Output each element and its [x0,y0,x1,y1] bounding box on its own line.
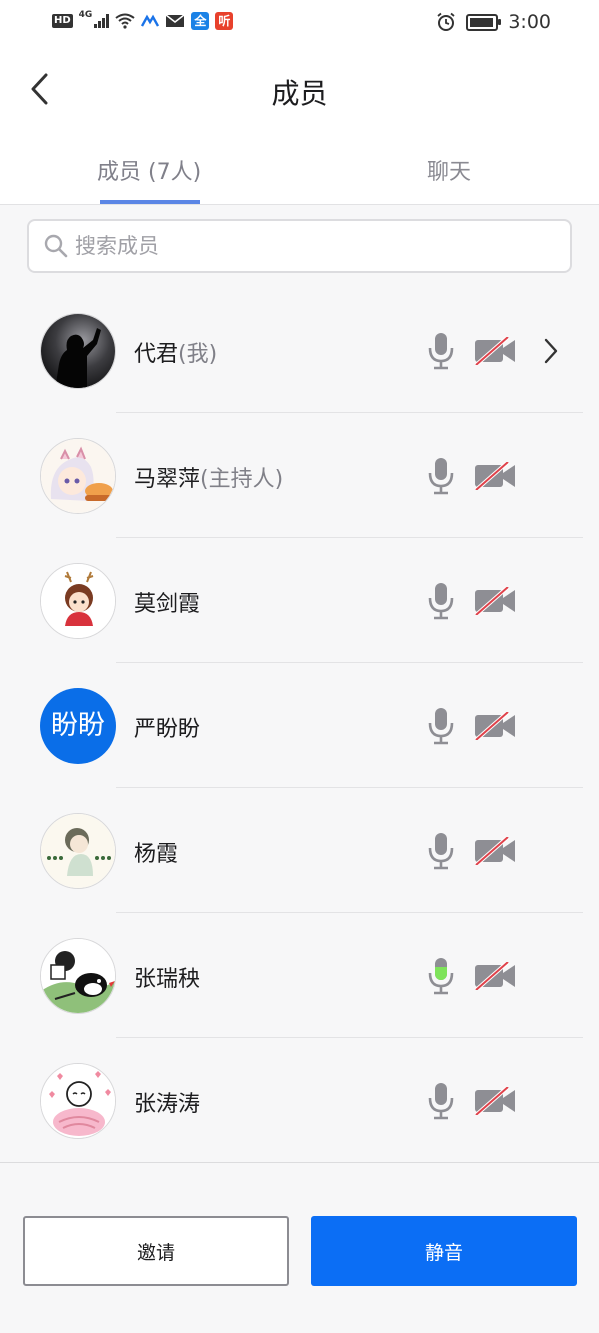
member-name-line: 张涛涛 [134,1086,200,1118]
status-left: HD 4G 全 听 [52,10,234,32]
avatar [40,438,116,514]
hd-badge: HD [52,14,73,28]
member-name: 严盼盼 [134,717,201,742]
member-name: 代君 [134,342,179,367]
member-name: 莫剑霞 [134,592,201,617]
search-box[interactable] [27,219,572,273]
member-name-line: 杨霞 [134,836,178,868]
status-bar: HD 4G 全 听 3:00 [0,0,599,44]
battery-icon [466,13,502,31]
avatar [40,1063,116,1139]
member-row[interactable]: 杨霞 [0,788,599,913]
member-name-line: 张瑞秧 [134,961,200,993]
tab-chat[interactable]: 聊天 [427,154,471,186]
alarm-icon [437,12,455,31]
avatar [40,563,116,639]
member-row[interactable]: 盼盼 严盼盼 [0,663,599,788]
avatar [40,813,116,889]
camera-off-icon[interactable] [474,587,516,615]
chevron-right-icon[interactable] [538,337,564,365]
header: 成员 [0,44,599,140]
member-role: (主持人) [200,467,284,492]
camera-off-icon[interactable] [474,337,516,365]
wifi-icon [115,13,135,29]
member-row[interactable]: 张涛涛 [0,1038,599,1163]
active-tab-indicator [100,200,200,204]
camera-off-icon[interactable] [474,712,516,740]
mic-icon[interactable] [427,457,455,495]
tab-bar: 成员 (7人) 聊天 [0,140,599,205]
bottom-bar: 邀请 静音 [0,1163,599,1333]
mic-icon[interactable] [427,707,455,745]
mute-all-button[interactable]: 静音 [311,1216,577,1286]
search-input[interactable] [73,233,537,259]
app-badge-quan: 全 [191,12,210,30]
camera-off-icon[interactable] [474,837,516,865]
member-list: 代君(我) 马翠萍(主持人) 莫剑霞 盼盼 严盼盼 杨霞 张瑞秧 张涛涛 [0,288,599,1163]
member-name: 马翠萍 [134,467,201,492]
page-title: 成员 [271,77,328,110]
invite-button[interactable]: 邀请 [23,1216,289,1286]
member-name-line: 代君(我) [134,336,217,368]
avatar [40,938,116,1014]
camera-off-icon[interactable] [474,462,516,490]
avatar: 盼盼 [40,688,116,764]
member-role: (我) [178,342,218,367]
member-name: 张瑞秧 [134,967,201,992]
member-name: 杨霞 [134,842,179,867]
clock: 3:00 [508,11,551,33]
network-generation: 4G [78,10,93,20]
mic-icon[interactable] [427,832,455,870]
status-right: 3:00 [436,10,551,34]
mic-icon[interactable] [427,582,455,620]
camera-off-icon[interactable] [474,1087,516,1115]
tab-members[interactable]: 成员 (7人) [97,154,201,186]
camera-off-icon[interactable] [474,962,516,990]
mic-icon[interactable] [427,1082,455,1120]
search-icon [43,233,69,259]
member-name-line: 莫剑霞 [134,586,200,618]
avatar [40,313,116,389]
app-badge-ting: 听 [215,12,234,30]
member-row[interactable]: 张瑞秧 [0,913,599,1038]
signal-icon [94,14,110,28]
member-name-line: 严盼盼 [134,711,200,743]
mic-icon[interactable] [427,332,455,370]
member-row[interactable]: 马翠萍(主持人) [0,413,599,538]
member-name-line: 马翠萍(主持人) [134,461,283,493]
mic-active-icon[interactable] [427,957,455,995]
member-row[interactable]: 莫剑霞 [0,538,599,663]
app-icon [141,14,160,27]
member-name: 张涛涛 [134,1092,201,1117]
member-row[interactable]: 代君(我) [0,288,599,413]
mail-icon [165,14,185,27]
